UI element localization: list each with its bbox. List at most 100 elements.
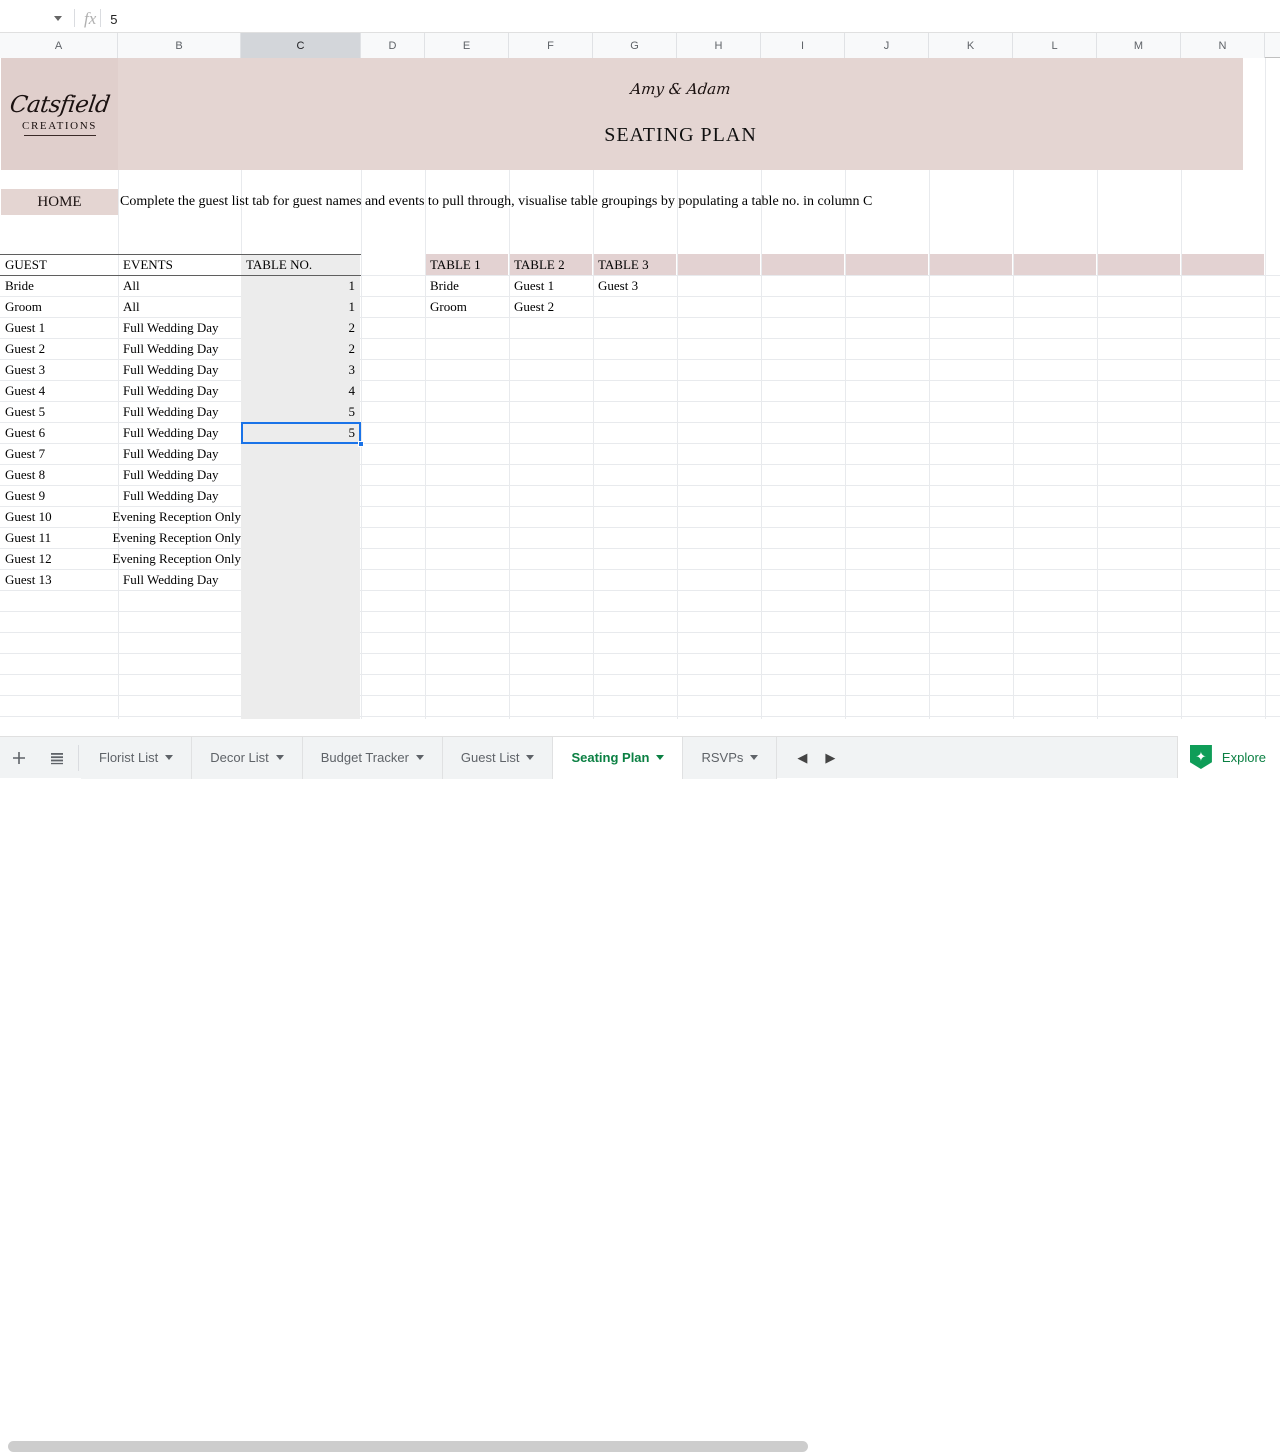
guest-name-cell[interactable]: Guest 4 [1,380,118,401]
guest-event-cell[interactable]: Full Wedding Day [119,359,241,380]
guest-event-cell[interactable]: Evening Reception Only [112,548,241,569]
guest-table-no-cell[interactable]: 5 [242,401,361,422]
guest-table-no-cell[interactable]: 2 [242,338,361,359]
name-box[interactable] [0,5,70,32]
guest-name-cell[interactable]: Guest 12 [1,548,118,569]
fill-handle[interactable] [358,441,364,447]
seating-table-header-empty[interactable] [762,254,844,275]
chevron-down-icon[interactable] [656,755,665,760]
guest-event-cell[interactable]: All [119,275,241,296]
column-header-e[interactable]: E [425,33,509,58]
guest-event-cell[interactable]: Full Wedding Day [119,422,241,443]
seating-guest-cell[interactable]: Guest 2 [510,296,593,317]
explore-button[interactable]: ✦ Explore [1176,736,1280,778]
horizontal-scrollbar-thumb[interactable] [8,1441,808,1452]
seating-guest-cell[interactable]: Guest 3 [594,275,677,296]
seating-table-header-empty[interactable] [1182,254,1264,275]
chevron-down-icon[interactable] [750,755,759,760]
guest-event-cell[interactable]: Full Wedding Day [119,401,241,422]
seating-guest-cell[interactable]: Guest 1 [510,275,593,296]
seating-table-header-empty[interactable] [1014,254,1096,275]
logo-underline [23,134,96,137]
all-sheets-button[interactable] [38,737,76,779]
guest-name-cell[interactable]: Guest 8 [1,464,118,485]
column-header-l[interactable]: L [1013,33,1097,58]
sheet-tab-budget-tracker[interactable]: Budget Tracker [302,736,443,779]
column-header-a[interactable]: A [0,33,118,58]
guest-name-cell[interactable]: Guest 11 [1,527,118,548]
column-header-j[interactable]: J [845,33,929,58]
seating-table-header-empty[interactable] [678,254,760,275]
selected-cell[interactable] [241,422,361,444]
column-header-b[interactable]: B [118,33,241,58]
guest-event-cell[interactable]: Full Wedding Day [119,569,241,590]
guest-table-no-cell[interactable]: 3 [242,359,361,380]
home-button[interactable]: HOME [1,189,118,215]
sheet-tab-guest-list[interactable]: Guest List [442,736,554,779]
sheet-tab-seating-plan[interactable]: Seating Plan [553,736,684,779]
gridline [0,674,1280,675]
guest-table-no-cell[interactable]: 1 [242,275,361,296]
guest-name-cell[interactable]: Groom [1,296,118,317]
column-header-f[interactable]: F [509,33,593,58]
seating-table-header[interactable]: TABLE 1 [426,254,508,275]
formula-input[interactable]: 5 [110,12,1280,32]
sheet-tab-florist-list[interactable]: Florist List [81,736,193,779]
sheet-tab-decor-list[interactable]: Decor List [192,736,303,779]
guest-name-cell[interactable]: Guest 7 [1,443,118,464]
column-header-h[interactable]: H [677,33,761,58]
function-icon[interactable]: fx [84,9,96,32]
seating-table-header-empty[interactable] [846,254,928,275]
guest-name-cell[interactable]: Guest 5 [1,401,118,422]
column-header-c[interactable]: C [241,33,361,58]
title-banner: Catsfield CREATIONS Amy & Adam SEATING P… [1,58,1243,170]
seating-table-header[interactable]: TABLE 2 [510,254,592,275]
guest-name-cell[interactable]: Guest 13 [1,569,118,590]
guest-table-header[interactable]: GUEST [1,254,118,275]
seating-table-header-empty[interactable] [930,254,1012,275]
seating-table-header[interactable]: TABLE 3 [594,254,676,275]
guest-table-no-cell[interactable]: 2 [242,317,361,338]
guest-name-cell[interactable]: Guest 10 [1,506,118,527]
tab-next-button[interactable]: ▶ [825,750,835,766]
add-sheet-button[interactable] [0,737,38,779]
seating-table-header-empty[interactable] [1098,254,1180,275]
column-header-d[interactable]: D [361,33,425,58]
tab-prev-button[interactable]: ◀ [797,750,807,766]
guest-table-header[interactable]: EVENTS [119,254,241,275]
spreadsheet-grid[interactable]: Catsfield CREATIONS Amy & Adam SEATING P… [0,58,1280,719]
chevron-down-icon[interactable] [165,755,174,760]
guest-name-cell[interactable]: Guest 9 [1,485,118,506]
guest-name-cell[interactable]: Guest 3 [1,359,118,380]
guest-name-cell[interactable]: Bride [1,275,118,296]
guest-table-no-cell[interactable]: 1 [242,296,361,317]
column-header-n[interactable]: N [1181,33,1265,58]
horizontal-scrollbar-track[interactable] [0,719,1280,1452]
guest-event-cell[interactable]: Full Wedding Day [119,317,241,338]
logo-subtitle-text: CREATIONS [22,119,97,132]
seating-guest-cell[interactable]: Groom [426,296,509,317]
chevron-down-icon[interactable] [54,16,62,21]
chevron-down-icon[interactable] [275,755,284,760]
column-header-m[interactable]: M [1097,33,1181,58]
guest-event-cell[interactable]: Full Wedding Day [119,485,241,506]
guest-name-cell[interactable]: Guest 6 [1,422,118,443]
guest-table-header[interactable]: TABLE NO. [242,254,361,275]
column-header-g[interactable]: G [593,33,677,58]
column-header-k[interactable]: K [929,33,1013,58]
chevron-down-icon[interactable] [526,755,535,760]
guest-name-cell[interactable]: Guest 2 [1,338,118,359]
seating-guest-cell[interactable]: Bride [426,275,509,296]
guest-event-cell[interactable]: Full Wedding Day [119,464,241,485]
column-header-i[interactable]: I [761,33,845,58]
guest-event-cell[interactable]: All [119,296,241,317]
guest-event-cell[interactable]: Evening Reception Only [112,527,241,548]
guest-event-cell[interactable]: Full Wedding Day [119,338,241,359]
guest-event-cell[interactable]: Full Wedding Day [119,380,241,401]
guest-event-cell[interactable]: Evening Reception Only [112,506,241,527]
chevron-down-icon[interactable] [415,755,424,760]
guest-table-no-cell[interactable]: 4 [242,380,361,401]
guest-name-cell[interactable]: Guest 1 [1,317,118,338]
guest-event-cell[interactable]: Full Wedding Day [119,443,241,464]
sheet-tab-rsvps[interactable]: RSVPs [683,736,778,779]
